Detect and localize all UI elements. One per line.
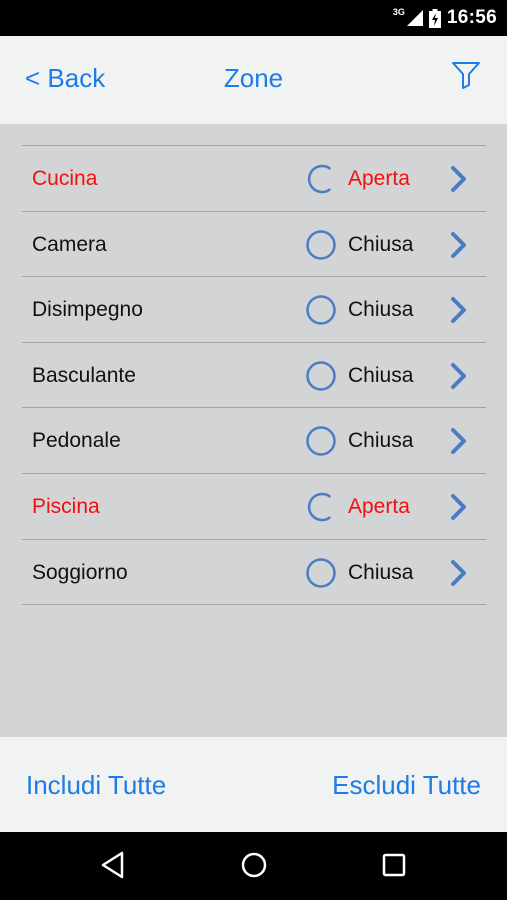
- chevron-right-icon[interactable]: [448, 559, 470, 592]
- bottom-action-bar: Includi Tutte Escludi Tutte: [0, 737, 507, 832]
- chevron-right-icon[interactable]: [448, 231, 470, 264]
- system-navigation-bar: [0, 832, 507, 900]
- recents-icon[interactable]: [381, 850, 407, 885]
- zone-row[interactable]: Soggiorno Chiusa: [22, 540, 486, 606]
- home-icon[interactable]: [240, 850, 268, 885]
- signal-icon: [406, 10, 423, 26]
- zone-state: Chiusa: [348, 429, 414, 453]
- chevron-right-icon[interactable]: [448, 362, 470, 395]
- battery-charging-icon: [428, 8, 441, 28]
- closed-state-icon: [305, 294, 337, 331]
- zone-row[interactable]: Camera Chiusa: [22, 212, 486, 278]
- chevron-right-icon[interactable]: [448, 165, 470, 198]
- closed-state-icon: [305, 425, 337, 462]
- zone-row[interactable]: Cucina Aperta: [22, 146, 486, 212]
- zone-state: Aperta: [348, 494, 410, 518]
- closed-state-icon: [305, 360, 337, 397]
- zone-name: Pedonale: [32, 429, 121, 453]
- zone-name: Disimpegno: [32, 298, 143, 322]
- zone-row[interactable]: Piscina Aperta: [22, 474, 486, 540]
- clock: 16:56: [446, 7, 497, 28]
- closed-state-icon: [305, 557, 337, 594]
- zone-list-area: Cucina Aperta Camera Chiusa Disimpegno Chiusa…: [0, 124, 507, 737]
- zone-row[interactable]: Pedonale Chiusa: [22, 408, 486, 474]
- zone-name: Camera: [32, 232, 107, 256]
- status-icons: 3G 16:56: [393, 0, 497, 36]
- chevron-right-icon[interactable]: [448, 427, 470, 460]
- open-state-icon: [305, 163, 337, 200]
- network-type-label: 3G: [392, 7, 405, 17]
- zone-list: Cucina Aperta Camera Chiusa Disimpegno Chiusa…: [22, 145, 486, 606]
- zone-row[interactable]: Disimpegno Chiusa: [22, 277, 486, 343]
- status-bar: 3G 16:56: [0, 0, 507, 36]
- zone-state: Aperta: [348, 167, 410, 190]
- include-all-button[interactable]: Includi Tutte: [26, 770, 166, 801]
- zone-state: Chiusa: [348, 232, 414, 256]
- back-icon[interactable]: [100, 850, 126, 885]
- back-button[interactable]: < Back: [25, 63, 105, 94]
- filter-icon[interactable]: [451, 61, 481, 94]
- open-state-icon: [305, 491, 337, 528]
- exclude-all-button[interactable]: Escludi Tutte: [332, 770, 481, 801]
- zone-state: Chiusa: [348, 298, 414, 322]
- top-navigation-bar: < Back Zone: [0, 36, 507, 124]
- closed-state-icon: [305, 229, 337, 266]
- zone-name: Basculante: [32, 363, 136, 387]
- zone-name: Cucina: [32, 167, 98, 190]
- zone-name: Soggiorno: [32, 560, 128, 584]
- zone-name: Piscina: [32, 494, 100, 518]
- zone-state: Chiusa: [348, 363, 414, 387]
- chevron-right-icon[interactable]: [448, 493, 470, 526]
- zone-state: Chiusa: [348, 560, 414, 584]
- zone-row[interactable]: Basculante Chiusa: [22, 343, 486, 409]
- chevron-right-icon[interactable]: [448, 296, 470, 329]
